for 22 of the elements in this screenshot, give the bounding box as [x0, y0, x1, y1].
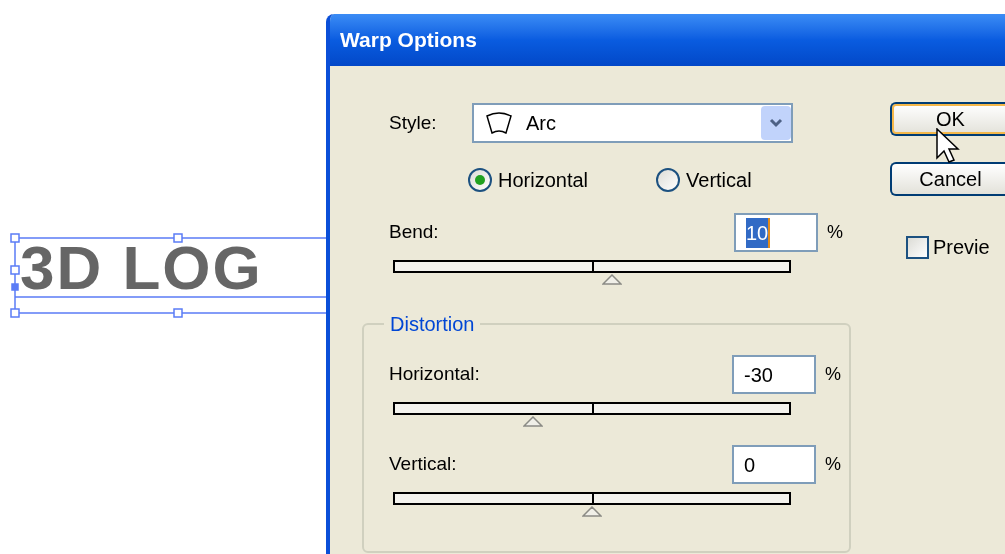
unit-label: % [825, 363, 842, 386]
field-label: Bend: [389, 220, 440, 245]
radio-option[interactable]: Vertical [656, 165, 752, 195]
style-dropdown[interactable]: Arc [472, 103, 793, 143]
field-label: Vertical: [389, 452, 458, 477]
unit-label: % [827, 221, 844, 244]
field-label: Horizontal: [389, 362, 481, 387]
selection-box-drawing[interactable] [10, 233, 326, 318]
dialog-button[interactable]: Cancel [890, 162, 1005, 196]
preview-checkbox[interactable]: Previe [906, 232, 1005, 262]
arc-shape-icon [484, 110, 514, 136]
dropdown-value: Arc [526, 111, 557, 136]
mouse-pointer-icon [936, 128, 960, 164]
dialog-button[interactable]: OK [890, 102, 1005, 136]
value-field[interactable]: -30 [732, 355, 816, 394]
value-field[interactable]: 0 [732, 445, 816, 484]
logo-text: 3D LOG [20, 241, 263, 295]
unit-label: % [825, 453, 842, 476]
value-field[interactable]: 10 [734, 213, 818, 252]
field-label: Style: [389, 110, 438, 135]
radio-option[interactable]: Horizontal [468, 165, 589, 195]
window-title: Warp Options [340, 27, 477, 54]
